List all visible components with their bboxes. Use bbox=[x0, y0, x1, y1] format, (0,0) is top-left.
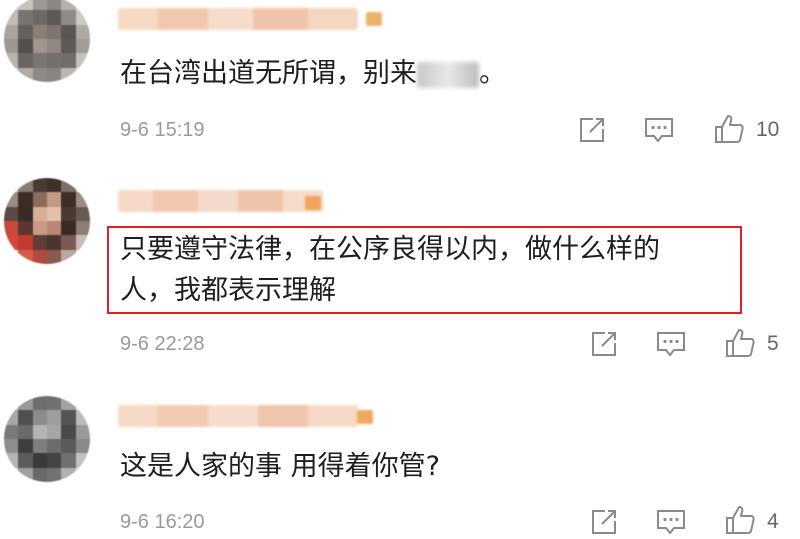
avatar[interactable] bbox=[4, 396, 90, 482]
like-button[interactable] bbox=[722, 503, 758, 537]
repost-button[interactable] bbox=[588, 506, 620, 538]
like-count: 4 bbox=[767, 510, 779, 533]
user-badge-icon bbox=[366, 12, 382, 26]
like-count: 5 bbox=[767, 332, 779, 355]
comment-button[interactable] bbox=[642, 114, 676, 146]
comment-icon bbox=[657, 332, 685, 357]
username-redacted[interactable] bbox=[118, 8, 358, 30]
redacted-text bbox=[417, 61, 479, 88]
comment-button[interactable] bbox=[654, 328, 688, 360]
timestamp: 9-6 16:20 bbox=[120, 511, 205, 533]
timestamp: 9-6 15:19 bbox=[120, 119, 205, 141]
comment-text-line-2: 人，我都表示理解 bbox=[120, 275, 336, 306]
comment-text: 这是人家的事 用得着你管? bbox=[120, 451, 440, 482]
avatar[interactable] bbox=[4, 0, 90, 82]
repost-icon bbox=[580, 118, 604, 142]
thumbs-up-icon bbox=[715, 115, 744, 143]
comment-text-line-1: 只要遵守法律，在公序良得以内，做什么样的 bbox=[120, 234, 660, 265]
comment-button[interactable] bbox=[654, 506, 688, 538]
like-count: 10 bbox=[756, 118, 780, 141]
like-button[interactable] bbox=[711, 112, 747, 146]
repost-button[interactable] bbox=[576, 114, 608, 146]
avatar[interactable] bbox=[4, 178, 90, 264]
username-redacted[interactable] bbox=[118, 190, 323, 212]
username-redacted[interactable] bbox=[118, 405, 358, 427]
thumbs-up-icon bbox=[726, 506, 755, 534]
comment-icon bbox=[645, 118, 673, 143]
user-badge-icon bbox=[305, 196, 321, 210]
like-button[interactable] bbox=[722, 326, 758, 360]
repost-button[interactable] bbox=[588, 328, 620, 360]
comment-text: 在台湾出道无所谓，别来。 bbox=[120, 58, 506, 89]
repost-icon bbox=[592, 332, 616, 356]
comment-icon bbox=[657, 510, 685, 535]
timestamp: 9-6 22:28 bbox=[120, 333, 205, 355]
thumbs-up-icon bbox=[726, 329, 755, 357]
repost-icon bbox=[592, 510, 616, 534]
user-badge-icon bbox=[357, 410, 373, 424]
